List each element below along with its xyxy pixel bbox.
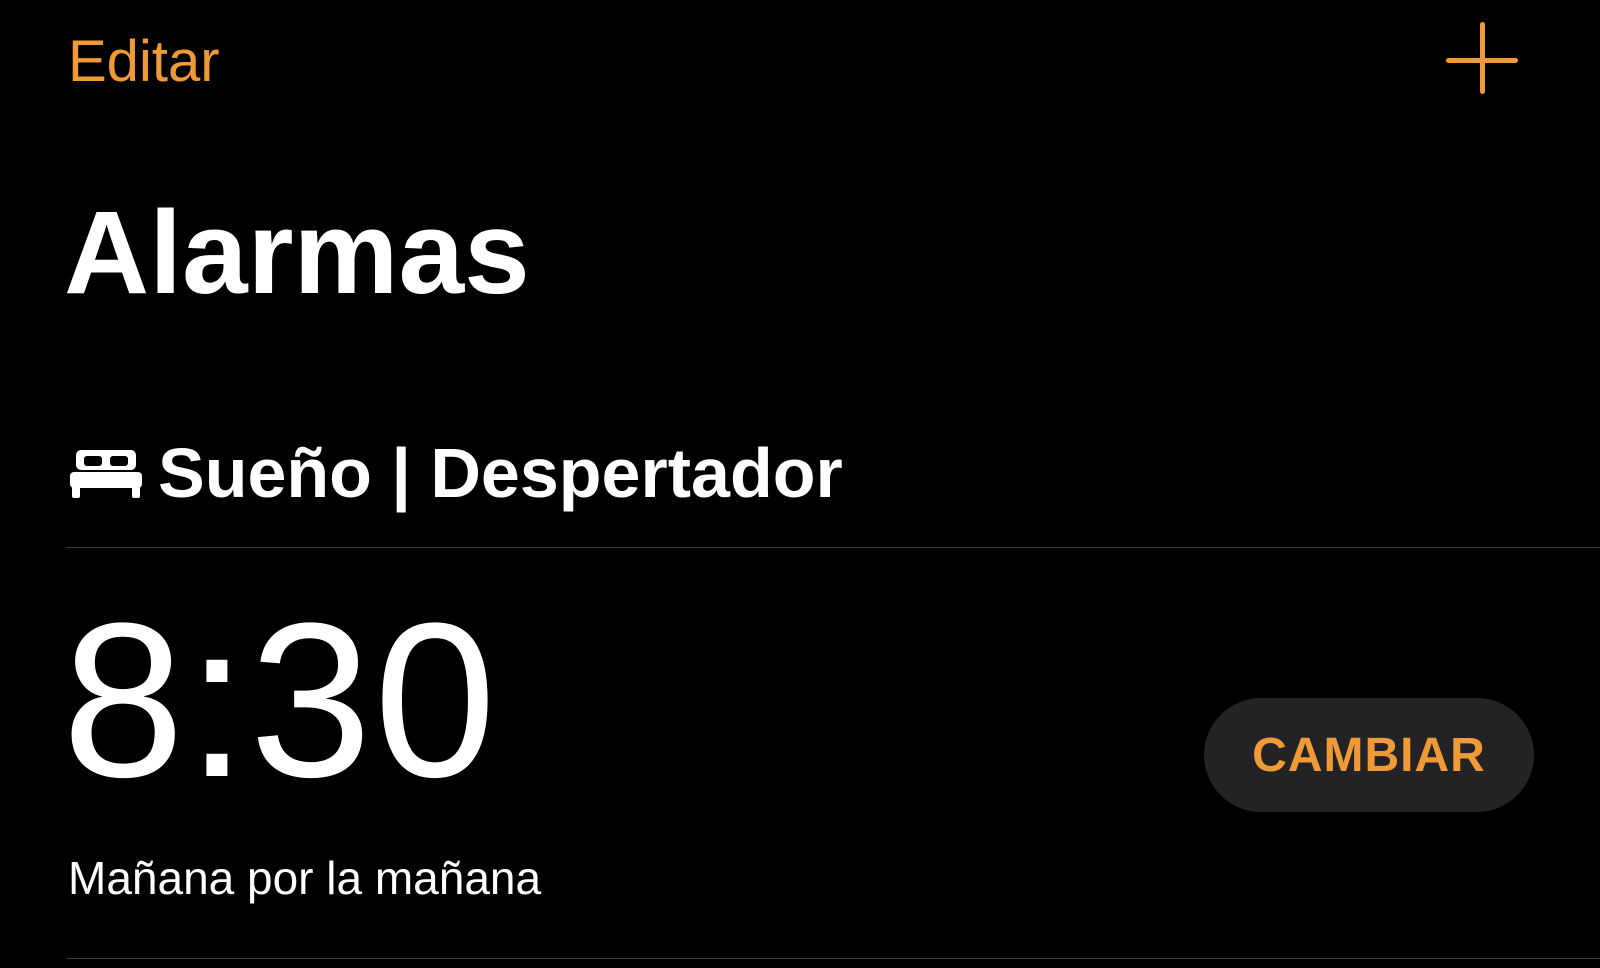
change-button[interactable]: CAMBIAR — [1204, 698, 1534, 812]
page-title: Alarmas — [64, 187, 530, 319]
bed-icon — [70, 448, 142, 498]
edit-button[interactable]: Editar — [68, 22, 220, 102]
row-divider — [66, 958, 1600, 959]
add-alarm-button[interactable] — [1446, 22, 1522, 98]
alarm-subtitle: Mañana por la mañana — [68, 852, 542, 904]
section-divider — [66, 547, 1600, 548]
change-button-label: CAMBIAR — [1252, 728, 1486, 782]
section-label: Sueño | Despertador — [158, 434, 843, 512]
alarm-time: 8:30 — [62, 577, 499, 823]
sleep-section-header: Sueño | Despertador — [70, 428, 843, 518]
alarms-screen: Editar Alarmas Sueño | Despertador 8:30 — [0, 0, 1600, 968]
